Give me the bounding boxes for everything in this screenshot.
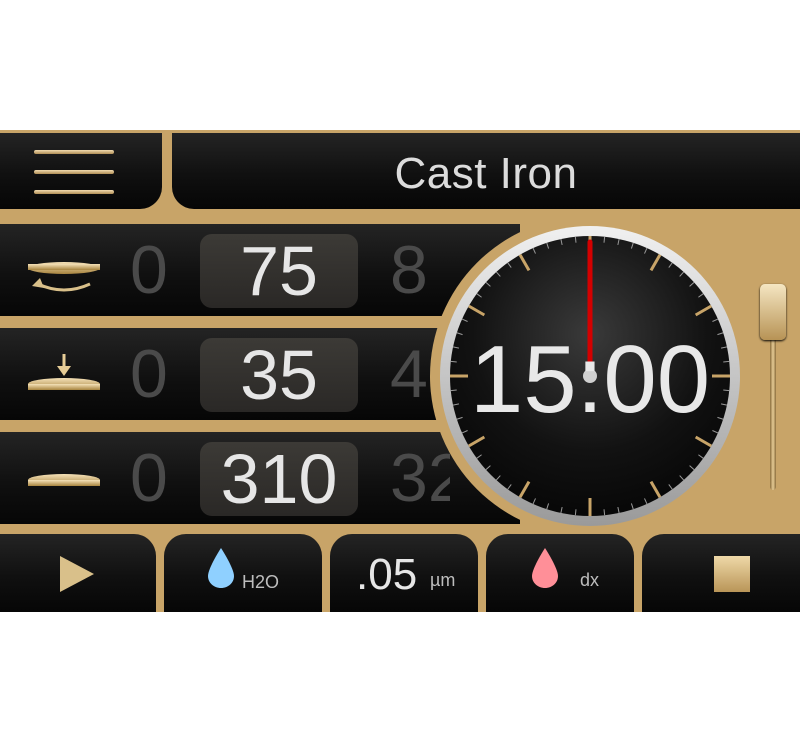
title-bar: Cast Iron <box>172 133 800 209</box>
pressure-icon <box>28 354 100 390</box>
dial-minor-tick <box>574 236 577 243</box>
water-label: H2O <box>242 572 280 592</box>
disc-icon <box>28 474 100 486</box>
micron-button[interactable]: .05 µm <box>330 534 478 612</box>
micron-unit: µm <box>430 570 456 590</box>
prev-value: 0 <box>130 336 168 412</box>
dial-minor-tick <box>603 236 606 243</box>
dial-face: 15:00 <box>430 216 750 536</box>
timer-display: 15:00 <box>470 326 710 433</box>
dial-minor-tick <box>574 509 577 516</box>
hamburger-icon <box>34 150 114 154</box>
play-button[interactable] <box>0 534 156 612</box>
hamburger-icon <box>34 170 114 174</box>
rotation-icon <box>28 262 100 292</box>
stop-icon <box>714 556 750 592</box>
page-title: Cast Iron <box>394 149 578 198</box>
slider-knob[interactable] <box>760 284 786 340</box>
dial-minor-tick <box>603 509 606 516</box>
menu-button[interactable] <box>0 133 162 209</box>
hamburger-icon <box>34 190 114 194</box>
speed-value[interactable]: 75 <box>200 234 358 308</box>
dial-minor-tick <box>450 360 457 363</box>
control-panel: Cast Iron 0 75 8 0 35 4 0 310 32 15:00 H… <box>0 130 800 612</box>
dx-label: dx <box>580 570 600 590</box>
timer-dial[interactable]: 15:00 <box>430 216 750 536</box>
slider-track[interactable] <box>770 330 776 490</box>
dial-minor-tick <box>450 389 457 392</box>
dx-button[interactable]: dx <box>486 534 634 612</box>
prev-value: 0 <box>130 232 168 308</box>
disc-value[interactable]: 310 <box>200 442 358 516</box>
pressure-value[interactable]: 35 <box>200 338 358 412</box>
prev-value: 0 <box>130 440 168 516</box>
play-icon <box>60 556 94 592</box>
water-button[interactable]: H2O <box>164 534 322 612</box>
dial-minor-tick <box>723 360 730 363</box>
micron-value: .05 <box>356 550 418 599</box>
water-drop-icon <box>208 548 234 588</box>
pink-drop-icon <box>532 548 558 588</box>
dial-minor-tick <box>723 389 730 392</box>
